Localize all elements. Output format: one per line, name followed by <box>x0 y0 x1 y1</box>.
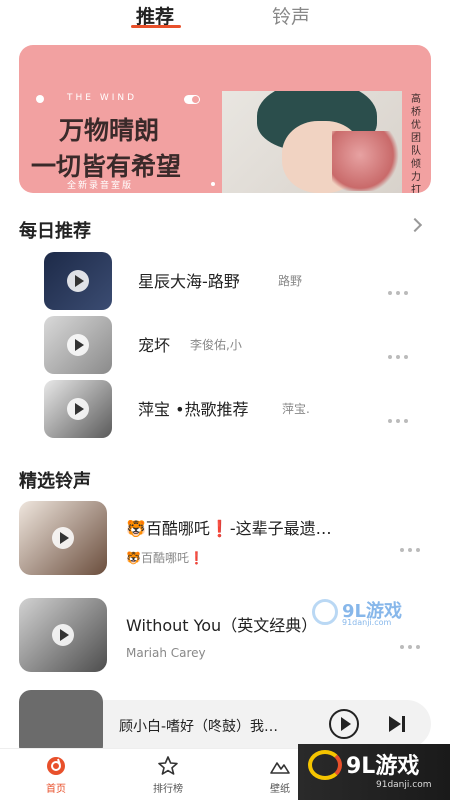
chevron-right-icon[interactable] <box>407 217 423 233</box>
song-artist: 路野 <box>278 274 303 288</box>
song-cover <box>44 316 112 374</box>
list-item[interactable]: 萍宝 •热歌推荐 萍宝. <box>0 380 450 440</box>
promo-banner[interactable]: THE WIND 万物晴朗 一切皆有希望 全新录音室版 高桥优团队倾力打造 <box>19 45 431 193</box>
watermark-overlay: 9L游戏 91danji.com <box>312 597 407 633</box>
ringtone-title: 🐯百酷哪吒❗-这辈子最遗… <box>126 519 332 538</box>
mini-player[interactable]: 顾小白-嗜好（咚鼓）我… <box>19 690 431 758</box>
watermark-logo-icon <box>308 750 342 780</box>
play-icon[interactable] <box>52 527 74 549</box>
tab-ringtone[interactable]: 铃声 <box>272 2 310 29</box>
play-icon[interactable] <box>67 398 89 420</box>
next-track-button[interactable] <box>389 715 407 733</box>
top-tabs: 推荐 铃声 <box>0 0 450 40</box>
play-icon[interactable] <box>67 270 89 292</box>
play-icon[interactable] <box>67 334 89 356</box>
more-icon[interactable] <box>388 344 414 359</box>
watermark-corner: 9L游戏 91danji.com <box>298 744 450 800</box>
song-title: 星辰大海-路野 <box>138 272 240 291</box>
music-disc-icon <box>47 757 65 775</box>
banner-edition-dot <box>211 182 215 186</box>
nav-ranking-label: 排行榜 <box>153 784 183 795</box>
ringtone-title: Without You（英文经典） <box>126 616 318 635</box>
nav-home[interactable]: 首页 <box>26 755 86 795</box>
banner-brand: THE WIND <box>67 93 138 103</box>
song-title: 宠坏 <box>138 336 171 355</box>
watermark-site: 91danji.com <box>376 780 432 790</box>
daily-section-title: 每日推荐 <box>19 221 91 242</box>
nav-ranking[interactable]: 排行榜 <box>138 755 198 795</box>
watermark-logo-icon <box>312 599 338 625</box>
mountain-icon <box>270 762 290 774</box>
player-track-title: 顾小白-嗜好（咚鼓）我… <box>119 719 279 735</box>
nav-home-label: 首页 <box>46 784 66 795</box>
song-artist: 李俊佑,小 <box>190 338 242 352</box>
banner-toggle-decor <box>184 95 200 104</box>
tab-active-indicator <box>131 25 181 28</box>
list-item[interactable]: 星辰大海-路野 路野 <box>0 252 450 312</box>
play-button[interactable] <box>329 709 359 739</box>
ringtone-section-title: 精选铃声 <box>19 471 91 492</box>
star-icon <box>158 756 178 775</box>
ringtone-subtitle: 🐯百酷哪吒❗ <box>126 551 204 565</box>
more-icon[interactable] <box>388 280 414 295</box>
list-item[interactable]: 宠坏 李俊佑,小 <box>0 316 450 376</box>
ringtone-subtitle: Mariah Carey <box>126 646 206 660</box>
more-icon[interactable] <box>400 634 426 649</box>
nav-wallpaper-label: 壁纸 <box>270 784 290 795</box>
song-cover <box>44 252 112 310</box>
watermark-site: 91danji.com <box>342 618 392 627</box>
ringtone-cover <box>19 598 107 672</box>
song-cover <box>44 380 112 438</box>
banner-artist-photo <box>222 91 402 193</box>
more-icon[interactable] <box>388 408 414 423</box>
banner-dot <box>36 95 44 103</box>
watermark-brand: 9L游戏 <box>346 754 420 779</box>
banner-headline-1: 万物晴朗 <box>59 116 160 145</box>
song-title: 萍宝 •热歌推荐 <box>138 400 249 419</box>
banner-edition: 全新录音室版 <box>67 181 134 191</box>
ringtone-cover <box>19 501 107 575</box>
banner-side-text: 高桥优团队倾力打造 <box>411 94 421 193</box>
more-icon[interactable] <box>400 537 426 552</box>
play-icon[interactable] <box>52 624 74 646</box>
song-artist: 萍宝. <box>282 402 310 416</box>
